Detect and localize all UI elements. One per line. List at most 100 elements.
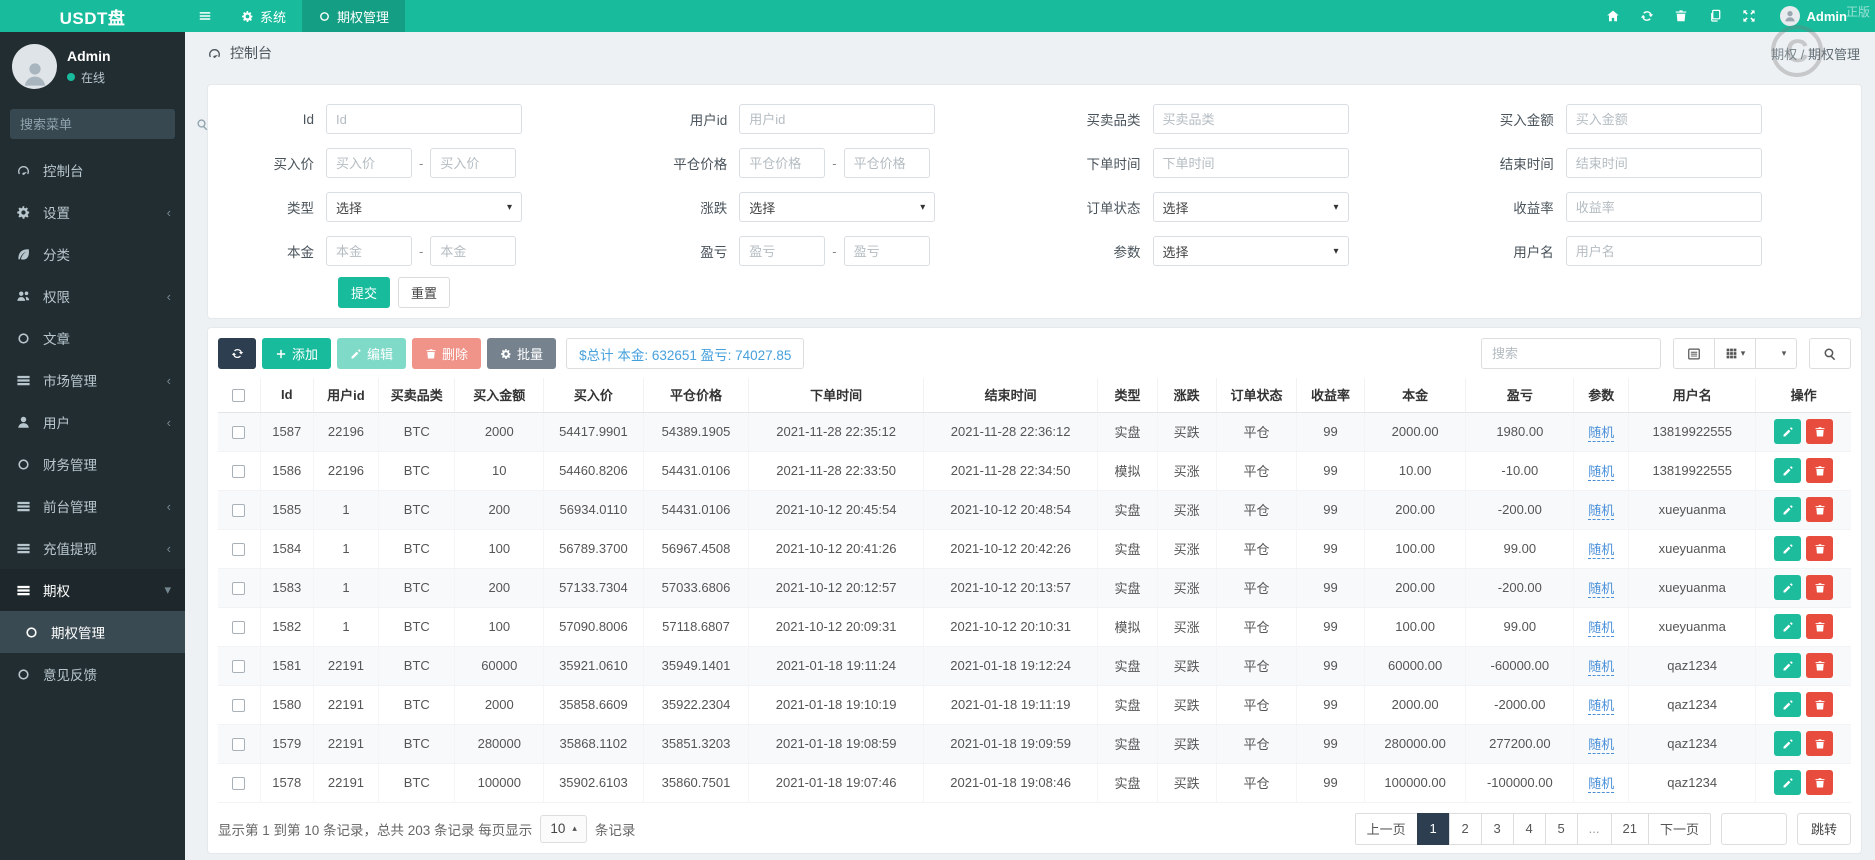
sidebar-item-设置[interactable]: 设置 ‹ <box>0 191 185 233</box>
avatar[interactable] <box>1779 6 1800 26</box>
prev-page-button[interactable]: 上一页 <box>1354 812 1418 845</box>
edit-row-button[interactable] <box>1774 497 1802 522</box>
param-link[interactable]: 随机 <box>1588 542 1615 559</box>
row-checkbox[interactable] <box>232 777 246 791</box>
filter-input-Id[interactable] <box>326 104 522 134</box>
edit-row-button[interactable] <box>1774 614 1802 639</box>
param-link[interactable]: 随机 <box>1588 659 1615 676</box>
toggle-view-button[interactable] <box>1673 338 1715 369</box>
sidebar-item-期权[interactable]: 期权 ▾ <box>0 569 185 611</box>
nav-tab-option-management[interactable]: 期权管理 <box>302 0 406 32</box>
page-jump-button[interactable]: 跳转 <box>1797 812 1851 845</box>
nav-tab-system[interactable]: 系统 <box>225 0 302 32</box>
column-header-平仓价格[interactable]: 平仓价格 <box>642 378 749 413</box>
filter-select-订单状态[interactable]: 选择 ▾ <box>1152 192 1349 222</box>
page-button-21[interactable]: 21 <box>1610 812 1649 845</box>
filter-input-买入金额[interactable] <box>1565 104 1762 134</box>
menu-search-input[interactable] <box>20 116 196 132</box>
delete-row-button[interactable] <box>1806 536 1834 561</box>
home-button[interactable] <box>1596 9 1630 23</box>
table-search-input[interactable] <box>1481 338 1661 369</box>
row-checkbox[interactable] <box>232 465 246 479</box>
page-button-5[interactable]: 5 <box>1544 812 1578 845</box>
delete-row-button[interactable] <box>1806 497 1834 522</box>
filter-input-下单时间[interactable] <box>1152 148 1349 178</box>
filter-input-用户名[interactable] <box>1565 236 1762 266</box>
row-checkbox[interactable] <box>232 660 246 674</box>
page-button-2[interactable]: 2 <box>1448 812 1482 845</box>
filter-input-盈亏-min[interactable] <box>739 236 826 266</box>
sidebar-item-财务管理[interactable]: 财务管理 <box>0 443 185 485</box>
filter-input-本金-min[interactable] <box>326 236 412 266</box>
edit-row-button[interactable] <box>1774 575 1802 600</box>
row-checkbox[interactable] <box>232 426 246 440</box>
edit-row-button[interactable] <box>1774 419 1802 444</box>
column-header-结束时间[interactable]: 结束时间 <box>922 378 1098 413</box>
select-all-checkbox[interactable] <box>232 389 246 403</box>
next-page-button[interactable]: 下一页 <box>1647 812 1711 845</box>
param-link[interactable]: 随机 <box>1588 698 1615 715</box>
filter-select-参数[interactable]: 选择 ▾ <box>1152 236 1349 266</box>
filter-select-涨跌[interactable]: 选择 ▾ <box>739 192 936 222</box>
edit-button[interactable]: 编辑 <box>337 338 407 369</box>
sidebar-item-意见反馈[interactable]: 意见反馈 <box>0 653 185 695</box>
filter-input-买卖品类[interactable] <box>1152 104 1349 134</box>
column-header-Id[interactable]: Id <box>259 378 314 413</box>
reset-button[interactable]: 重置 <box>398 277 450 308</box>
delete-row-button[interactable] <box>1806 575 1834 600</box>
column-header-用户id[interactable]: 用户id <box>312 378 379 413</box>
batch-button[interactable]: 批量 <box>487 338 557 369</box>
sidebar-item-市场管理[interactable]: 市场管理 ‹ <box>0 359 185 401</box>
delete-row-button[interactable] <box>1806 731 1834 756</box>
row-checkbox[interactable] <box>232 621 246 635</box>
column-header-本金[interactable]: 本金 <box>1363 378 1466 413</box>
columns-button[interactable]: ▾ <box>1714 338 1756 369</box>
row-checkbox[interactable] <box>232 543 246 557</box>
page-jump-input[interactable] <box>1721 812 1787 845</box>
sidebar-item-权限[interactable]: 权限 ‹ <box>0 275 185 317</box>
column-header-操作[interactable]: 操作 <box>1755 378 1851 413</box>
delete-row-button[interactable] <box>1806 770 1834 795</box>
delete-button[interactable]: 删除 <box>412 338 482 369</box>
refresh-button[interactable] <box>1630 9 1664 23</box>
edit-row-button[interactable] <box>1774 536 1802 561</box>
param-link[interactable]: 随机 <box>1588 581 1615 598</box>
param-link[interactable]: 随机 <box>1588 503 1615 520</box>
refresh-table-button[interactable] <box>218 338 256 369</box>
filter-select-类型[interactable]: 选择 ▾ <box>326 192 522 222</box>
sidebar-item-控制台[interactable]: 控制台 <box>0 149 185 191</box>
search-toggle-button[interactable] <box>1809 338 1851 369</box>
column-header-类型[interactable]: 类型 <box>1097 378 1158 413</box>
column-header-买卖品类[interactable]: 买卖品类 <box>378 378 455 413</box>
column-header-盈亏[interactable]: 盈亏 <box>1465 378 1574 413</box>
filter-input-平仓价格-min[interactable] <box>739 148 826 178</box>
filter-input-平仓价格-max[interactable] <box>843 148 930 178</box>
edit-row-button[interactable] <box>1774 770 1802 795</box>
delete-row-button[interactable] <box>1806 692 1834 717</box>
add-button[interactable]: 添加 <box>262 338 332 369</box>
page-button-4[interactable]: 4 <box>1512 812 1546 845</box>
column-header-订单状态[interactable]: 订单状态 <box>1215 378 1297 413</box>
row-checkbox[interactable] <box>232 504 246 518</box>
row-checkbox[interactable] <box>232 699 246 713</box>
sidebar-item-前台管理[interactable]: 前台管理 ‹ <box>0 485 185 527</box>
edit-row-button[interactable] <box>1774 731 1802 756</box>
breadcrumb-parent[interactable]: 期权 <box>1771 47 1797 62</box>
export-button[interactable]: ▾ <box>1755 338 1797 369</box>
clear-cache-button[interactable] <box>1664 9 1698 23</box>
param-link[interactable]: 随机 <box>1588 425 1615 442</box>
delete-row-button[interactable] <box>1806 653 1834 678</box>
filter-input-收益率[interactable] <box>1565 192 1762 222</box>
docs-button[interactable] <box>1698 9 1732 23</box>
sidebar-item-充值提现[interactable]: 充值提现 ‹ <box>0 527 185 569</box>
param-link[interactable]: 随机 <box>1588 620 1615 637</box>
column-header-买入价[interactable]: 买入价 <box>543 378 644 413</box>
delete-row-button[interactable] <box>1806 614 1834 639</box>
filter-input-用户id[interactable] <box>739 104 936 134</box>
filter-input-本金-max[interactable] <box>430 236 517 266</box>
param-link[interactable]: 随机 <box>1588 464 1615 481</box>
delete-row-button[interactable] <box>1806 458 1834 483</box>
sidebar-item-文章[interactable]: 文章 <box>0 317 185 359</box>
column-header-涨跌[interactable]: 涨跌 <box>1156 378 1217 413</box>
fullscreen-button[interactable] <box>1732 9 1766 23</box>
